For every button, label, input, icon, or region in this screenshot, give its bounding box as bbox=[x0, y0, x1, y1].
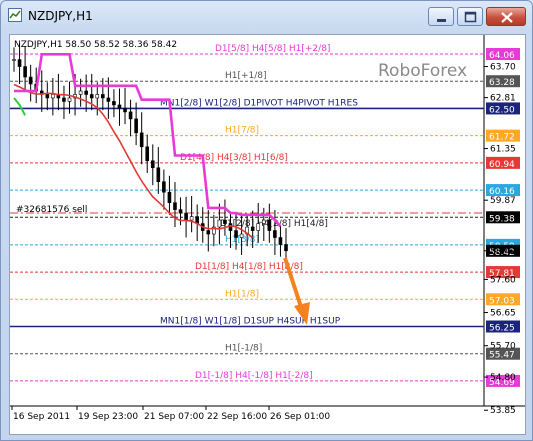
candle-body bbox=[273, 230, 277, 238]
maximize-button[interactable] bbox=[457, 7, 483, 26]
level-label: D1[-1/8] H4[-1/8] H1[-2/8] bbox=[195, 371, 313, 381]
close-icon bbox=[501, 12, 513, 23]
candle-body bbox=[228, 223, 233, 231]
candle-body bbox=[89, 94, 94, 99]
candle-body bbox=[223, 219, 227, 224]
sell-order-label: #32681576 sell bbox=[16, 205, 87, 215]
level-label: H1[1/8] bbox=[225, 289, 259, 299]
candle-body bbox=[284, 244, 288, 252]
price-tag-label: 57.03 bbox=[489, 296, 515, 306]
candle-body bbox=[267, 219, 272, 231]
candle-body bbox=[217, 219, 222, 228]
green-signal-line bbox=[13, 97, 26, 116]
time-label: 22 Sep 16:00 bbox=[207, 412, 267, 422]
window-title: NZDJPY,H1 bbox=[28, 9, 93, 23]
time-label: 26 Sep 01:00 bbox=[270, 412, 330, 422]
candle-body bbox=[17, 59, 22, 67]
candle-body bbox=[117, 104, 122, 109]
candle-body bbox=[256, 223, 261, 231]
candle-body bbox=[95, 94, 100, 99]
price-tick-label: 57.60 bbox=[490, 275, 516, 285]
candle-body bbox=[234, 230, 238, 238]
candle-body bbox=[189, 216, 194, 221]
candle-body bbox=[12, 59, 16, 61]
candle-body bbox=[250, 226, 255, 231]
time-label: 19 Sep 23:00 bbox=[78, 412, 138, 422]
price-tick-label: 63.70 bbox=[490, 63, 516, 73]
chart-window: NZDJPY,H1 D1[5/8] H4[5/8] H1[+2/8] 64.06 H… bbox=[0, 0, 533, 441]
price-tick-label: 61.35 bbox=[490, 145, 516, 155]
minimize-button[interactable] bbox=[428, 7, 454, 26]
time-label: 21 Sep 07:00 bbox=[144, 412, 204, 422]
price-tag-label: 55.47 bbox=[489, 351, 515, 361]
price-tick-label: 54.80 bbox=[490, 373, 516, 383]
candle-body bbox=[112, 101, 116, 106]
price-tag-label: 56.25 bbox=[489, 324, 515, 334]
candle-body bbox=[206, 230, 211, 235]
candle-body bbox=[145, 146, 150, 162]
price-tag-label: 60.94 bbox=[489, 160, 515, 170]
level-label: MN1[2/8] W1[2/8] D1PIVOT H4PIVOT H1RES bbox=[160, 98, 358, 108]
price-tag-label: 59.38 bbox=[489, 214, 515, 224]
minimize-icon bbox=[437, 19, 446, 22]
candle-body bbox=[123, 108, 127, 113]
price-chart[interactable]: D1[5/8] H4[5/8] H1[+2/8] 64.06 H1[+1/8] 63.… bbox=[9, 34, 526, 435]
price-tick-label: 53.85 bbox=[490, 406, 516, 416]
candle-body bbox=[28, 76, 33, 85]
candle-body bbox=[162, 181, 166, 193]
candle-body bbox=[23, 66, 27, 78]
candle-body bbox=[84, 90, 88, 95]
price-tag-label: 64.06 bbox=[489, 51, 515, 61]
candle-body bbox=[139, 132, 144, 148]
candle-body bbox=[45, 94, 50, 99]
level-label: D1[5/8] H4[5/8] H1[+2/8] bbox=[215, 44, 330, 54]
candle-body bbox=[173, 202, 177, 210]
candle-body bbox=[156, 167, 161, 183]
candle-body bbox=[128, 111, 133, 120]
watermark-logo: RoboForex bbox=[378, 61, 467, 81]
price-tick-label: 62.81 bbox=[490, 94, 516, 104]
candle-body bbox=[239, 233, 244, 238]
candle-body bbox=[261, 219, 266, 224]
candle-body bbox=[106, 97, 111, 102]
time-label: 16 Sep 2011 bbox=[13, 412, 70, 422]
candle-body bbox=[78, 90, 83, 95]
level-label: H1[+1/8] bbox=[225, 71, 267, 81]
chart-window-icon bbox=[8, 8, 22, 22]
chart-canvas: D1[5/8] H4[5/8] H1[+2/8] 64.06 H1[+1/8] 63.… bbox=[10, 35, 525, 422]
price-tick-label: 58.42 bbox=[490, 247, 516, 257]
chart-info: NZDJPY,H1 58.50 58.52 58.36 58.42 bbox=[14, 40, 177, 50]
candle-body bbox=[178, 209, 183, 214]
price-tag-label: 62.50 bbox=[489, 105, 515, 115]
title-bar[interactable]: NZDJPY,H1 bbox=[1, 1, 532, 29]
close-button[interactable] bbox=[486, 7, 526, 26]
level-label: H1[-1/8] bbox=[225, 344, 262, 354]
candle-body bbox=[167, 191, 172, 203]
price-tag-label: 61.72 bbox=[489, 133, 515, 143]
candle-body bbox=[184, 212, 188, 221]
candle-body bbox=[134, 118, 138, 134]
candle-body bbox=[51, 94, 55, 99]
level-label: H1[7/8] bbox=[225, 126, 259, 136]
candle-body bbox=[67, 97, 72, 102]
candle-body bbox=[101, 94, 105, 99]
candle-body bbox=[62, 97, 66, 102]
candle-body bbox=[150, 160, 155, 169]
price-tick-label: 56.65 bbox=[490, 309, 516, 319]
time-axis: 16 Sep 2011 19 Sep 23:00 21 Sep 07:00 22 Se… bbox=[11, 406, 330, 422]
level-label: MN1[1/8] W1[1/8] D1SUP H4SUP H1SUP bbox=[160, 317, 341, 327]
price-tick-label: 59.87 bbox=[490, 196, 516, 206]
candle-body bbox=[278, 237, 283, 245]
maximize-icon bbox=[464, 11, 477, 23]
price-tag-label: 63.28 bbox=[489, 78, 515, 88]
price-tick-label: 55.70 bbox=[490, 342, 516, 352]
